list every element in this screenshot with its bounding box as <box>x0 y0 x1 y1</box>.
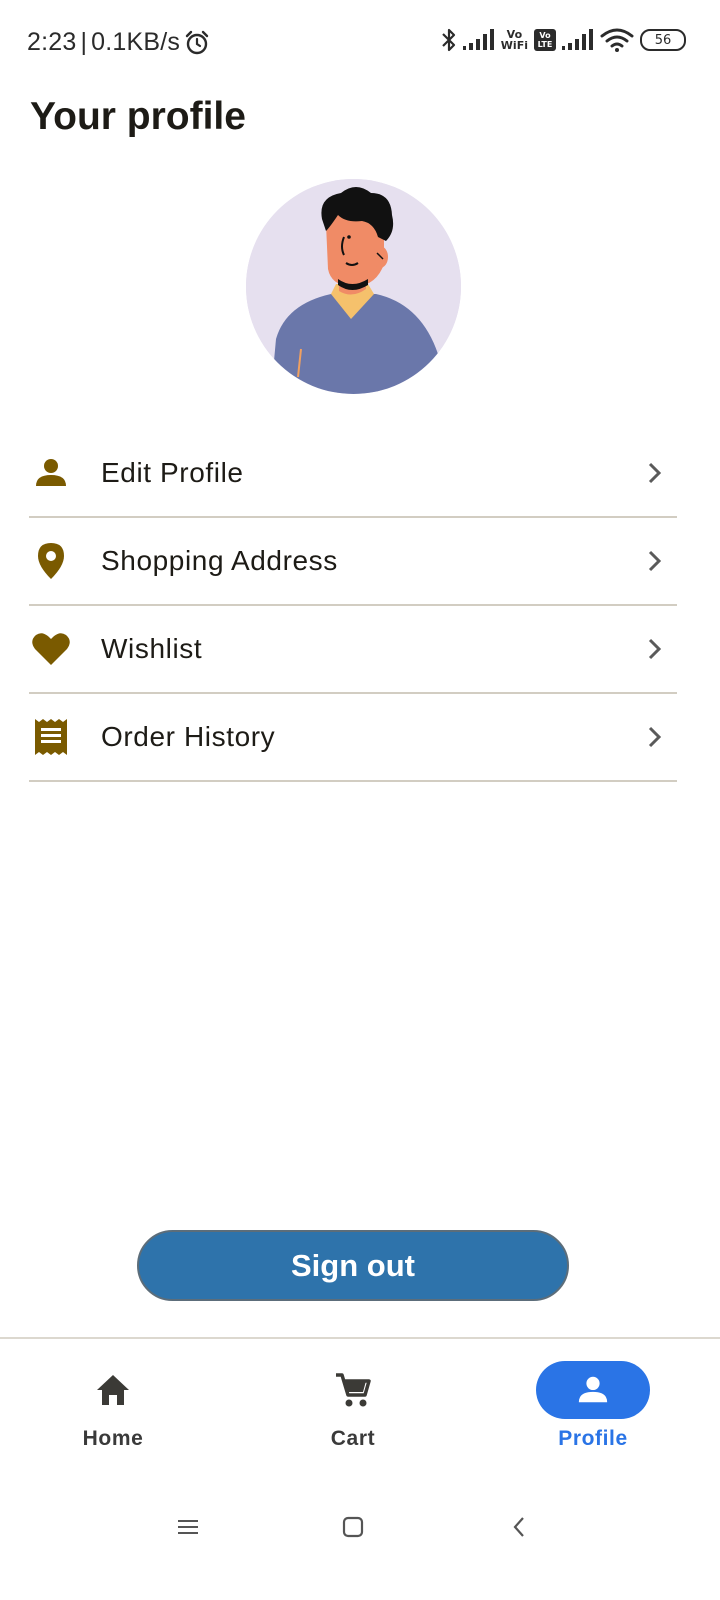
volte-top: Vo <box>539 31 551 40</box>
location-pin-icon <box>29 539 73 583</box>
page-title: Your profile <box>30 95 246 138</box>
battery-level: 56 <box>654 32 672 48</box>
nav-profile[interactable]: Profile <box>513 1361 673 1451</box>
cart-icon <box>296 1361 410 1419</box>
system-navigation-bar <box>0 1490 720 1560</box>
chevron-right-icon <box>643 461 667 485</box>
sign-out-button[interactable]: Sign out <box>137 1230 569 1301</box>
status-left: 2:23 | 0.1KB/s <box>27 28 210 57</box>
vowifi-bottom: WiFi <box>500 39 528 52</box>
avatar <box>246 179 461 394</box>
menu-icon[interactable] <box>173 1512 203 1542</box>
alarm-icon <box>184 30 210 56</box>
menu-item-label: Order History <box>101 721 276 752</box>
profile-menu: Edit Profile Shopping Address Wishlist O… <box>29 429 677 782</box>
profile-screen: 2:23 | 0.1KB/s Vo WiFi Vo LTE 56 Your pr… <box>0 0 720 1600</box>
bottom-navigation: Home Cart Profile <box>0 1337 720 1489</box>
chevron-right-icon <box>643 549 667 573</box>
receipt-icon <box>29 715 73 759</box>
chevron-right-icon <box>643 725 667 749</box>
battery-indicator: 56 <box>640 29 686 51</box>
wifi-icon <box>600 28 634 52</box>
back-icon[interactable] <box>504 1512 534 1542</box>
signal-strength-2-icon <box>562 29 594 51</box>
menu-item-wishlist[interactable]: Wishlist <box>29 606 677 694</box>
status-right: Vo WiFi Vo LTE 56 <box>441 27 686 53</box>
status-bar: 2:23 | 0.1KB/s Vo WiFi Vo LTE 56 <box>0 0 720 86</box>
bluetooth-icon <box>441 27 457 53</box>
status-time: 2:23 <box>27 28 77 56</box>
menu-item-label: Edit Profile <box>101 456 244 488</box>
status-net-speed: 0.1KB/s <box>91 28 181 56</box>
volte-bottom: LTE <box>537 40 553 49</box>
nav-cart[interactable]: Cart <box>273 1361 433 1451</box>
volte-icon: Vo LTE <box>534 29 556 51</box>
menu-item-edit-profile[interactable]: Edit Profile <box>29 429 677 518</box>
nav-home[interactable]: Home <box>33 1361 193 1451</box>
status-separator: | <box>80 28 88 56</box>
menu-item-shopping-address[interactable]: Shopping Address <box>29 518 677 606</box>
person-icon <box>29 451 73 495</box>
person-icon <box>536 1361 650 1419</box>
signal-strength-icon <box>462 29 495 51</box>
nav-home-label: Home <box>82 1427 144 1450</box>
menu-item-label: Wishlist <box>101 633 203 664</box>
nav-profile-label: Profile <box>558 1427 628 1450</box>
chevron-right-icon <box>643 637 667 661</box>
menu-item-label: Shopping Address <box>101 545 338 576</box>
heart-icon <box>29 627 73 671</box>
menu-item-order-history[interactable]: Order History <box>29 694 677 782</box>
home-icon <box>56 1361 170 1419</box>
vowifi-icon: Vo WiFi <box>501 29 528 51</box>
nav-cart-label: Cart <box>330 1427 376 1450</box>
home-square-icon[interactable] <box>338 1512 368 1542</box>
